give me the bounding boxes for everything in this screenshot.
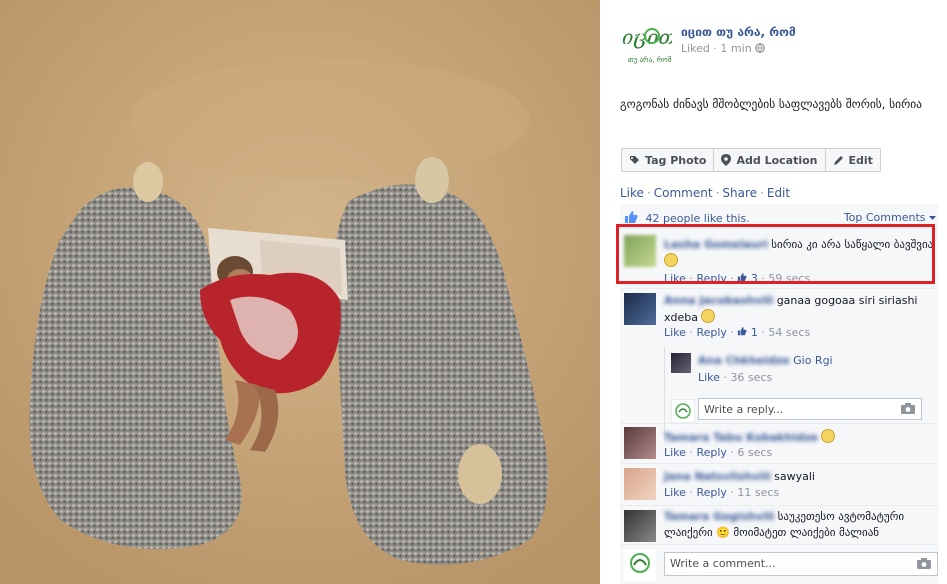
edit-label: Edit (848, 153, 873, 167)
meta-dot: · (723, 371, 727, 384)
add-location-label: Add Location (736, 153, 818, 167)
meta-dot: · (689, 486, 693, 499)
chevron-down-icon (929, 216, 936, 220)
post-sidebar: იცით თუ არა, რომ იცით თუ არა, რომ Liked … (600, 0, 947, 584)
comment-likes[interactable]: 1 (737, 326, 761, 339)
comment-body: Tamara Tabu Kobakhidze (664, 429, 836, 446)
page-logo-icon: იცით თუ არა, რომ (622, 25, 676, 64)
commenter-name[interactable]: Tamara Tabu Kobakhidze (664, 431, 818, 444)
comment-reply-link[interactable]: Reply (696, 326, 726, 339)
comment-item: Jana Natsvlishvili sawyali Like · Reply … (620, 463, 938, 506)
tag-icon (630, 155, 639, 164)
action-dot: · (646, 186, 651, 200)
reply-input[interactable]: Write a reply... (698, 398, 922, 420)
highlight-annotation-box (616, 224, 935, 284)
svg-text:იცით: იცით (622, 25, 672, 49)
smile-emoji-icon (701, 309, 716, 323)
tag-photo-button[interactable]: Tag Photo (622, 149, 715, 171)
comment-input[interactable]: Write a comment... (664, 552, 938, 576)
post-caption: გოგონას ძინავს მშობლების საფლავებს შორის… (620, 97, 923, 111)
comment-link[interactable]: Comment (654, 186, 713, 200)
comment-like-link[interactable]: Like (664, 326, 686, 339)
post-actions: Like · Comment · Share · Edit (620, 186, 790, 200)
comment-like-count: 1 (750, 326, 758, 339)
photo-image (0, 0, 600, 584)
comment-time[interactable]: 54 secs (768, 326, 810, 339)
commenter-name[interactable]: Jana Natsvlishvili (664, 470, 771, 483)
globe-icon[interactable] (755, 43, 766, 53)
edit-link[interactable]: Edit (767, 186, 790, 200)
page-name[interactable]: იცით თუ არა, რომ (681, 25, 796, 39)
comment-like-link[interactable]: Like (664, 486, 686, 499)
meta-dot: · (730, 486, 734, 499)
reply-author-name[interactable]: Ana Chkheidze (698, 354, 790, 367)
commenter-avatar[interactable] (624, 293, 656, 325)
like-link[interactable]: Like (620, 186, 644, 200)
reply-meta: Like · 36 secs (698, 371, 772, 384)
top-comments-label: Top Comments (843, 211, 926, 224)
edit-photo-button[interactable]: Edit (826, 149, 880, 171)
thumbs-up-icon (738, 327, 747, 336)
reply-body: Ana Chkheidze Gio Rgi (698, 353, 833, 369)
share-link[interactable]: Share (722, 186, 757, 200)
comment-body: Jana Natsvlishvili sawyali (664, 469, 815, 485)
page-logo-icon (675, 403, 691, 419)
comment-body: Tamara Gogishvili საუკეთესო ავტომატური ლ… (664, 509, 929, 541)
comment-like-link[interactable]: Like (664, 446, 686, 459)
reply-avatar[interactable] (671, 353, 691, 373)
meta-dot: · (689, 326, 693, 339)
comment-item: Tamara Tabu Kobakhidze Like · Reply · 6 … (620, 423, 938, 464)
location-pin-icon (721, 154, 732, 166)
page-mini-avatar (671, 399, 695, 423)
comment-meta: Like · Reply · 1 · 54 secs (664, 326, 810, 339)
smile-emoji-icon (821, 429, 836, 443)
photo-toolbar: Tag Photo Add Location Edit (621, 148, 881, 172)
action-dot: · (715, 186, 720, 200)
commenter-name[interactable]: Anna Jacobashvili (664, 294, 773, 307)
camera-icon[interactable] (917, 558, 931, 569)
commenter-avatar[interactable] (624, 510, 656, 542)
meta-dot: · (689, 446, 693, 459)
reply-tagged-name[interactable]: Gio Rgi (793, 354, 833, 367)
liked-status: Liked (681, 42, 710, 55)
reply-time[interactable]: 36 secs (730, 371, 772, 384)
comment-time[interactable]: 11 secs (737, 486, 779, 499)
comment-reply-link[interactable]: Reply (696, 446, 726, 459)
page-avatar[interactable]: იცით თუ არა, რომ (620, 18, 676, 70)
action-dot: · (760, 186, 764, 200)
add-location-button[interactable]: Add Location (714, 149, 826, 171)
comment-reply-link[interactable]: Reply (696, 486, 726, 499)
tag-photo-label: Tag Photo (645, 153, 707, 167)
commenter-avatar[interactable] (624, 468, 656, 500)
comment-meta: Like · Reply · 6 secs (664, 446, 772, 459)
meta-dot: · (730, 446, 734, 459)
comment-body: Anna Jacobashvili ganaa gogoaa siri siri… (664, 293, 929, 326)
comment-time[interactable]: 6 secs (737, 446, 772, 459)
meta-dot: · (761, 326, 765, 339)
page-mini-avatar (624, 549, 656, 581)
meta-dot: · (730, 326, 734, 339)
comment-item: Tamara Gogishvili საუკეთესო ავტომატური ლ… (620, 505, 938, 546)
comment-item: Anna Jacobashvili ganaa gogoaa siri siri… (620, 288, 938, 445)
page-logo-icon (630, 553, 650, 573)
meta-dot: · (713, 42, 717, 55)
commenter-name[interactable]: Tamara Gogishvili (664, 510, 774, 523)
post-meta: Liked · 1 min (681, 42, 766, 55)
comment-meta: Like · Reply · 11 secs (664, 486, 779, 499)
reply-placeholder: Write a reply... (704, 403, 784, 416)
svg-text:თუ არა, რომ: თუ არა, რომ (628, 55, 672, 64)
pencil-icon (833, 155, 843, 165)
camera-icon[interactable] (901, 403, 915, 414)
comment-placeholder: Write a comment... (670, 557, 776, 570)
comment-text: sawyali (774, 470, 815, 483)
comment-composer: Write a comment... (620, 544, 938, 584)
commenter-avatar[interactable] (624, 427, 656, 459)
reply-like-link[interactable]: Like (698, 371, 720, 384)
post-time[interactable]: 1 min (720, 42, 751, 55)
top-comments-dropdown[interactable]: Top Comments (844, 211, 936, 224)
likes-summary-row: 42 people like this. Top Comments (624, 211, 938, 225)
post-photo[interactable] (0, 0, 600, 584)
thumbs-up-icon (625, 211, 638, 223)
